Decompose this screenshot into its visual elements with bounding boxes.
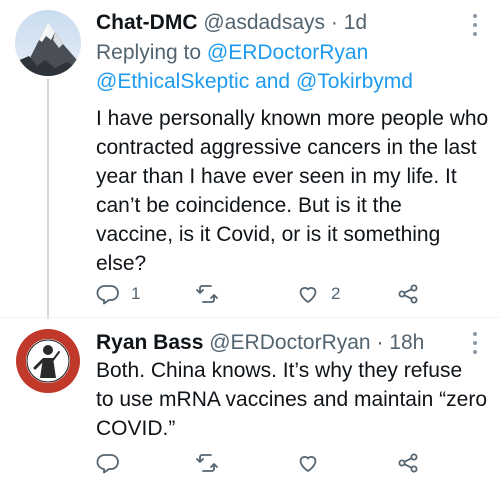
- mention-erdoctorryan[interactable]: @ERDoctorRyan: [207, 41, 368, 64]
- author-name[interactable]: Chat-DMC: [96, 11, 197, 34]
- tweet-text-line: I have personally known more people who: [96, 107, 489, 130]
- heart-icon: [299, 287, 317, 303]
- tweet-text-line: can’t be coincidence. But is it the: [96, 194, 402, 217]
- retweet-icon: [196, 454, 218, 472]
- tweet-text-line: COVID.”: [96, 417, 176, 440]
- share-button[interactable]: [396, 448, 420, 478]
- like-count: 2: [331, 284, 341, 303]
- replying-to-label: Replying to: [96, 41, 202, 64]
- retweet-button[interactable]: [195, 279, 230, 309]
- share-icon: [398, 453, 418, 473]
- timestamp[interactable]: 1d: [344, 11, 367, 34]
- avatar-chat-dmc[interactable]: [15, 10, 81, 76]
- tweet-text-line: to use mRNA vaccines and maintain “zero: [96, 388, 488, 411]
- like-button[interactable]: [296, 448, 331, 478]
- tweet-actions: 1 2: [96, 279, 426, 309]
- tweet-2[interactable]: Ryan Bass @ERDoctorRyan · 18h Both. Chin…: [0, 318, 500, 496]
- heart-icon: [299, 456, 317, 472]
- mountain-avatar-image: [15, 10, 81, 76]
- tweet-text-line: year than I have ever seen in my life. I…: [96, 165, 457, 188]
- tweet-header: Chat-DMC @asdadsays · 1d: [96, 10, 367, 36]
- tweet-text: Both. China knows. It’s why they refuse …: [96, 356, 491, 443]
- timestamp[interactable]: 18h: [389, 331, 424, 354]
- tweet-header: Ryan Bass @ERDoctorRyan · 18h: [96, 330, 424, 356]
- reply-icon: [96, 454, 119, 474]
- reply-button[interactable]: [96, 448, 131, 478]
- mention-tokirbymd[interactable]: @Tokirbymd: [296, 70, 413, 93]
- reply-count: 1: [131, 284, 141, 303]
- retweet-icon: [196, 285, 218, 303]
- academy-seal-avatar-image: [16, 329, 80, 393]
- share-icon: [398, 284, 418, 304]
- avatar-ryan-bass[interactable]: [15, 328, 81, 394]
- reply-button[interactable]: 1: [96, 279, 140, 309]
- separator-dot: ·: [330, 11, 338, 34]
- author-handle[interactable]: @ERDoctorRyan: [209, 331, 370, 354]
- tweet-text-line: contracted aggressive cancers in the las…: [96, 136, 477, 159]
- like-button[interactable]: 2: [296, 279, 340, 309]
- separator-dot: ·: [376, 331, 384, 354]
- thread-line: [47, 79, 49, 319]
- tweet-text: I have personally known more people who …: [96, 104, 491, 278]
- mention-ethicalskeptic[interactable]: @EthicalSkeptic: [96, 70, 249, 93]
- replying-to-line-2: @EthicalSkeptic and @Tokirbymd: [96, 67, 413, 96]
- tweet-1[interactable]: Chat-DMC @asdadsays · 1d Replying to @ER…: [0, 0, 500, 319]
- tweet-actions: [96, 448, 426, 478]
- reply-icon: [96, 285, 119, 305]
- share-button[interactable]: [396, 279, 420, 309]
- more-icon[interactable]: [472, 332, 478, 354]
- tweet-text-line: else?: [96, 252, 147, 275]
- author-handle[interactable]: @asdadsays: [203, 11, 325, 34]
- retweet-button[interactable]: [195, 448, 230, 478]
- replying-and[interactable]: and: [255, 70, 290, 93]
- more-icon[interactable]: [472, 14, 478, 36]
- tweet-text-line: Both. China knows. It’s why they refuse: [96, 359, 463, 382]
- author-name[interactable]: Ryan Bass: [96, 331, 203, 354]
- tweet-text-line: vaccine, is it Covid, or is it something: [96, 223, 441, 246]
- replying-to: Replying to @ERDoctorRyan: [96, 38, 368, 67]
